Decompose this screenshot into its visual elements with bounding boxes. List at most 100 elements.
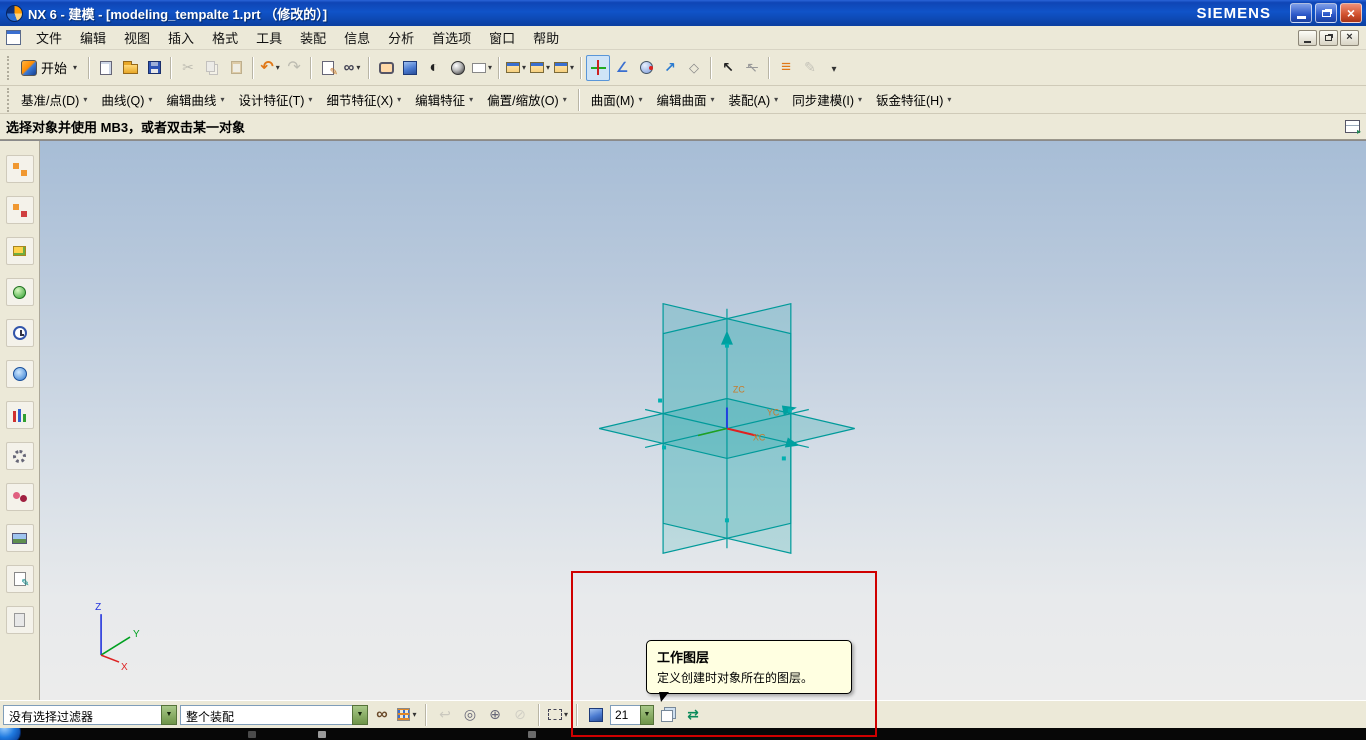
templates-icon[interactable]	[5, 565, 34, 593]
prompt-message: 选择对象并使用 MB3，或者双击某一对象	[6, 120, 246, 135]
menu-preferences[interactable]: 首选项	[423, 25, 480, 50]
command-finder-icon[interactable]: ▾	[340, 55, 364, 81]
child-minimize-button[interactable]	[1298, 29, 1317, 46]
child-close-button[interactable]: ×	[1340, 29, 1359, 46]
display-cube-icon[interactable]	[585, 703, 607, 727]
csys-handle[interactable]	[724, 343, 729, 348]
offset-scale-dropdown[interactable]: 偏置/缩放(O)	[480, 86, 574, 113]
menu-analysis[interactable]: 分析	[379, 25, 423, 50]
info-window-icon[interactable]	[316, 55, 340, 81]
close-button[interactable]: ×	[1340, 3, 1362, 23]
selection-grid-icon[interactable]: ▾	[396, 703, 418, 727]
undo-icon[interactable]: ▾	[258, 55, 282, 81]
curve-dropdown[interactable]: 曲线(Q)	[94, 86, 159, 113]
angle-dimension-icon[interactable]	[610, 55, 634, 81]
start-menu-button[interactable]: 开始 ▾	[14, 55, 84, 81]
work-layer-input[interactable]	[610, 704, 640, 725]
snap-point-icon[interactable]	[484, 703, 506, 727]
taskbar-item[interactable]	[248, 731, 256, 738]
shaded-view-icon[interactable]	[398, 55, 422, 81]
surface-dropdown[interactable]: 曲面(M)	[584, 86, 650, 113]
save-icon[interactable]	[142, 55, 166, 81]
work-layer-dropdown-icon[interactable]	[640, 704, 654, 725]
history-icon[interactable]	[5, 319, 34, 347]
design-feature-dropdown[interactable]: 设计特征(T)	[231, 86, 319, 113]
start-orb-icon[interactable]	[0, 728, 21, 740]
snap-point-icon[interactable]	[682, 55, 706, 81]
select-cursor-icon[interactable]	[716, 55, 740, 81]
edit-surface-dropdown[interactable]: 编辑曲面	[649, 86, 721, 113]
selection-filter-combo[interactable]: 没有选择过滤器	[3, 704, 177, 725]
menu-view[interactable]: 视图	[115, 25, 159, 50]
csys-handle[interactable]	[662, 445, 667, 450]
csys-handle[interactable]	[787, 408, 792, 413]
window-title: NX 6 - 建模 - [modeling_tempalte 1.prt （修改…	[28, 6, 328, 22]
child-restore-button[interactable]	[1319, 29, 1338, 46]
zoom-view-icon[interactable]	[374, 55, 398, 81]
toolbar-overflow-icon[interactable]	[822, 55, 846, 81]
graphics-window[interactable]: ZC YC XC Z Y X	[40, 141, 1366, 700]
sketch-pencil-icon	[798, 55, 822, 81]
web-browser-icon[interactable]	[5, 360, 34, 388]
menu-tools[interactable]: 工具	[247, 25, 291, 50]
rectangle-select-icon[interactable]: ▾	[547, 703, 569, 727]
selection-scope-dropdown-icon[interactable]	[352, 704, 368, 725]
csys-handle[interactable]	[724, 518, 729, 523]
layer-visibility-icon[interactable]	[657, 703, 679, 727]
machining-wizards-icon[interactable]	[5, 442, 34, 470]
reuse-library-icon[interactable]	[5, 278, 34, 306]
roles-icon[interactable]	[5, 483, 34, 511]
synchronous-modeling-dropdown[interactable]: 同步建模(I)	[785, 86, 869, 113]
csys-handle[interactable]	[658, 398, 663, 403]
binoculars-icon[interactable]	[371, 703, 393, 727]
menu-window[interactable]: 窗口	[480, 25, 524, 50]
vector-arrows-icon[interactable]	[658, 55, 682, 81]
point-on-face-icon[interactable]	[634, 55, 658, 81]
selection-filter-dropdown-icon[interactable]	[161, 704, 177, 725]
visual-reports-icon[interactable]	[5, 401, 34, 429]
detail-feature-dropdown[interactable]: 细节特征(X)	[319, 86, 408, 113]
selection-scope-combo[interactable]: 整个装配	[180, 704, 368, 725]
scene-gallery-icon[interactable]	[5, 524, 34, 552]
menu-help[interactable]: 帮助	[524, 25, 568, 50]
assembly-navigator-icon[interactable]	[5, 155, 34, 183]
new-window-icon[interactable]: ▾	[504, 55, 528, 81]
sheet-metal-dropdown[interactable]: 钣金特征(H)	[869, 86, 958, 113]
constraint-navigator-icon[interactable]	[5, 196, 34, 224]
menu-assemblies[interactable]: 装配	[291, 25, 335, 50]
cue-toggle-icon[interactable]	[1345, 120, 1361, 136]
assemblies-dropdown[interactable]: 装配(A)	[722, 86, 786, 113]
toolbar-grip[interactable]	[7, 55, 11, 80]
menu-file[interactable]: 文件	[27, 25, 71, 50]
edit-curve-dropdown[interactable]: 编辑曲线	[159, 86, 231, 113]
document-icon[interactable]	[6, 30, 21, 45]
minimize-button[interactable]	[1290, 3, 1312, 23]
part-navigator-icon[interactable]	[5, 237, 34, 265]
layer-category-icon[interactable]	[682, 703, 704, 727]
background-color-icon[interactable]: ▾	[470, 55, 494, 81]
csys-handle[interactable]	[781, 456, 786, 461]
menu-edit[interactable]: 编辑	[71, 25, 115, 50]
taskbar-item[interactable]	[318, 731, 326, 738]
documentation-icon[interactable]	[5, 606, 34, 634]
render-style-icon[interactable]	[446, 55, 470, 81]
work-layer-control[interactable]	[610, 704, 654, 725]
restore-button[interactable]	[1315, 3, 1337, 23]
cascade-windows-icon[interactable]: ▾	[528, 55, 552, 81]
measure-distance-icon[interactable]	[774, 55, 798, 81]
datum-point-dropdown[interactable]: 基准/点(D)	[14, 86, 94, 113]
tile-windows-icon[interactable]: ▾	[552, 55, 576, 81]
orient-view-icon[interactable]	[422, 55, 446, 81]
taskbar-item[interactable]	[528, 731, 536, 738]
datum-csys-icon[interactable]	[586, 54, 611, 81]
highlight-face-icon[interactable]	[459, 703, 481, 727]
menu-format[interactable]: 格式	[203, 25, 247, 50]
menu-insert[interactable]: 插入	[159, 25, 203, 50]
edit-feature-dropdown[interactable]: 编辑特征	[408, 86, 480, 113]
new-file-icon[interactable]	[94, 55, 118, 81]
menu-information[interactable]: 信息	[335, 25, 379, 50]
toolbar-grip[interactable]	[7, 87, 11, 112]
deselect-cursor-icon[interactable]	[740, 55, 764, 81]
taskbar	[0, 728, 1366, 740]
open-file-icon[interactable]	[118, 55, 142, 81]
